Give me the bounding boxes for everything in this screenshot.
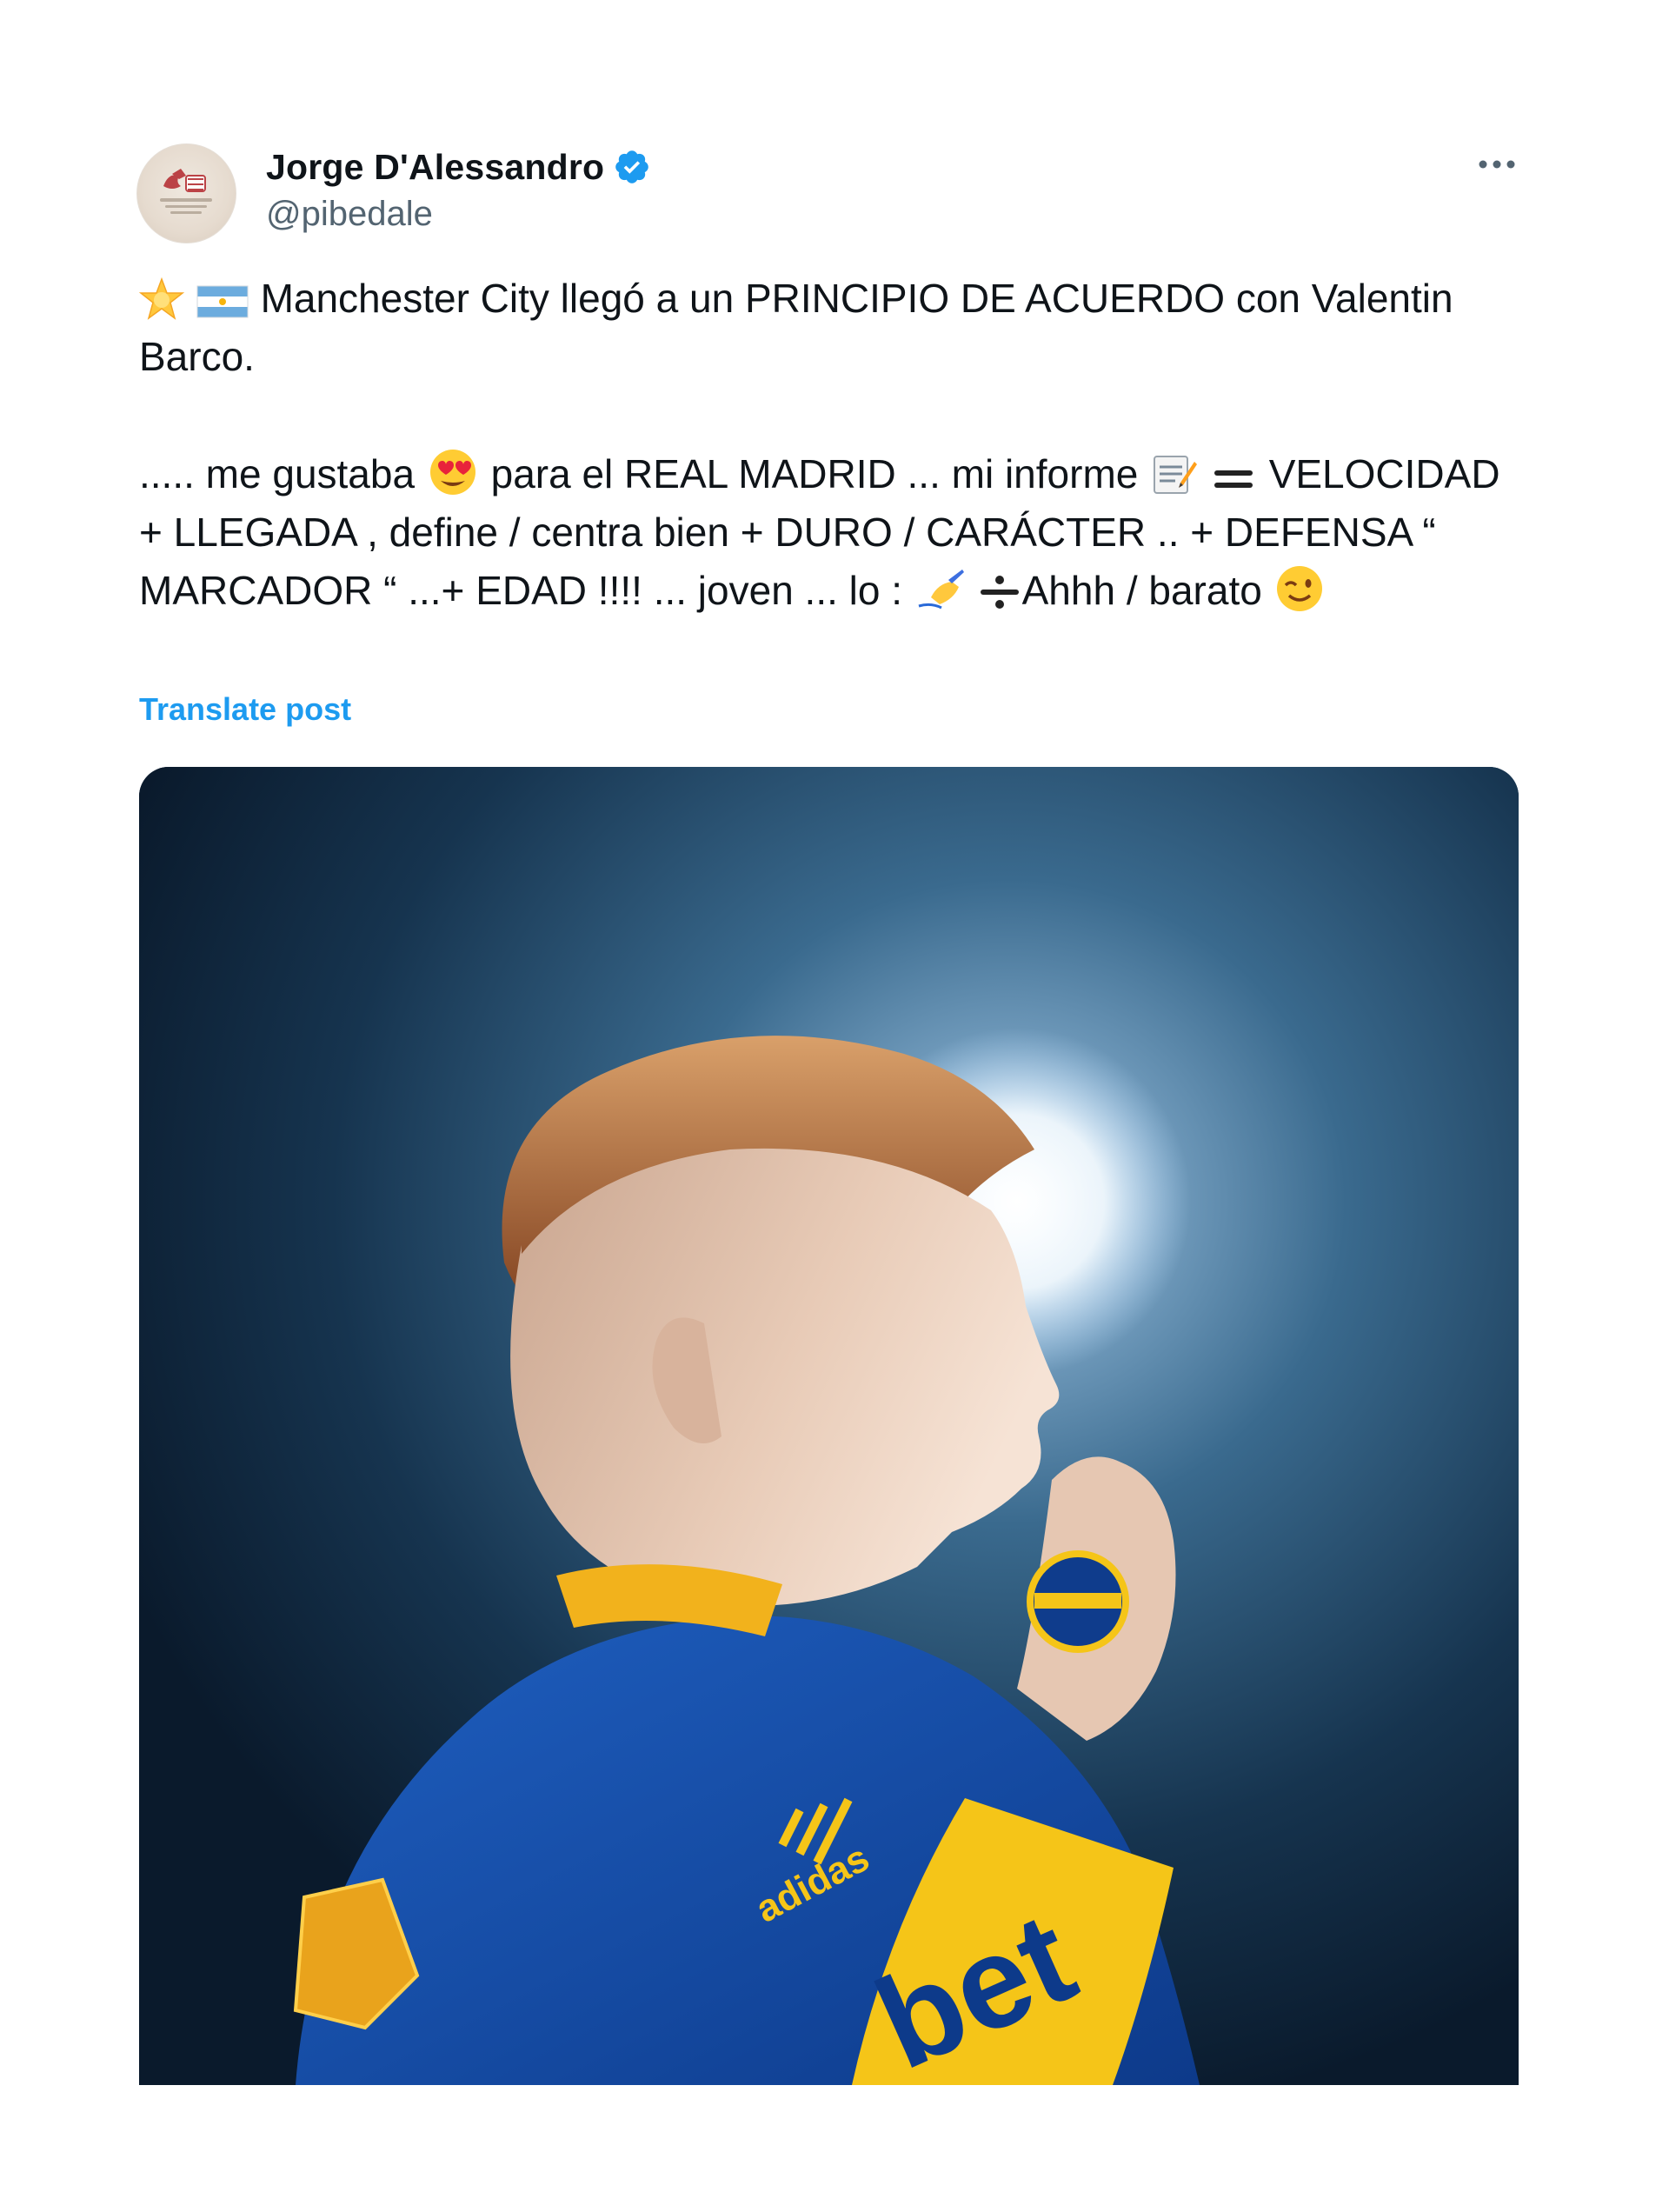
display-name[interactable]: Jorge D'Alessandro xyxy=(266,147,604,188)
memo-emoji xyxy=(1154,456,1198,494)
tweet-card: Jorge D'Alessandro @pibedale Manchester … xyxy=(0,0,1669,2212)
author-name-row: Jorge D'Alessandro xyxy=(266,143,651,190)
post-line-1-text: Manchester City llegó a un PRINCIPIO DE … xyxy=(139,276,1453,379)
equals-emoji xyxy=(1214,470,1253,488)
post-text-segment-4: Ahhh / barato xyxy=(1021,568,1262,613)
post-text-segment-1: ..... me gustaba xyxy=(139,451,416,496)
wink-emoji xyxy=(1276,566,1322,611)
player-photo-image: adidas bet xyxy=(139,767,1519,2085)
avatar[interactable] xyxy=(136,143,236,243)
post-text: Manchester City llegó a un PRINCIPIO DE … xyxy=(139,270,1530,620)
post-text-segment-2: para el REAL MADRID ... mi informe xyxy=(490,451,1139,496)
argentina-flag-emoji xyxy=(196,285,249,318)
post-paragraph-2: ..... me gustaba para el REAL MADRID ...… xyxy=(139,445,1530,620)
post-paragraph-1: Manchester City llegó a un PRINCIPIO DE … xyxy=(139,270,1530,386)
heart-eyes-emoji xyxy=(429,450,475,495)
divide-emoji xyxy=(980,576,1019,609)
more-horizontal-icon[interactable] xyxy=(1476,153,1518,176)
writing-hand-emoji xyxy=(918,570,964,610)
star-emoji xyxy=(139,277,184,320)
verified-badge-icon xyxy=(615,150,649,183)
translate-post-link[interactable]: Translate post xyxy=(139,691,351,728)
avatar-emblem-icon xyxy=(160,169,212,214)
author-handle[interactable]: @pibedale xyxy=(266,195,433,234)
post-media-image[interactable]: adidas bet xyxy=(139,767,1519,2085)
